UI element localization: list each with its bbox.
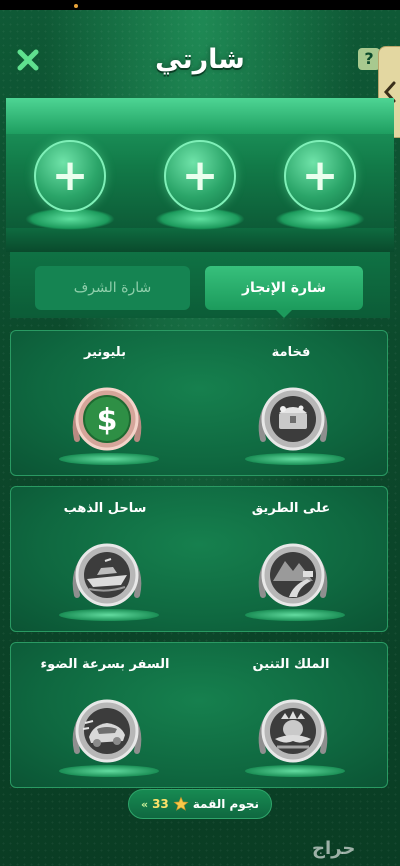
top-stars-button[interactable]: « 33 نجوم القمة [128,789,272,819]
badge-row-3: الملك التنين السفر بسرعة الضوء [10,642,388,788]
dragon-king-icon [258,699,328,763]
stars-count: 33 [152,797,169,811]
badge-billionaire[interactable]: بليونير $ [15,331,195,471]
treasure-chest-icon [258,387,328,451]
shelf-back-wall [6,98,394,134]
plus-icon: + [301,150,339,201]
active-tab-pointer [276,310,292,318]
badge-slot-2[interactable]: + [155,140,245,230]
status-bar [0,0,400,10]
badge-slot-1[interactable]: + [25,140,115,230]
watermark-logo: حراج [312,838,356,859]
badge-light-speed-travel[interactable]: السفر بسرعة الضوء [15,643,195,783]
tab-honor-badge[interactable]: شارة الشرف [35,266,190,310]
badge-on-the-road[interactable]: على الطريق [201,487,381,627]
star-icon [173,796,189,811]
badge-gold-coast[interactable]: ساحل الذهب [15,487,195,627]
plus-icon: + [51,150,89,201]
add-badge-button[interactable]: + [164,140,236,212]
badge-label: الملك التنين [252,657,330,672]
road-icon [258,543,328,607]
yacht-icon [72,543,142,607]
help-button[interactable]: ? [358,48,380,70]
dollar-icon: $ [72,387,142,451]
badge-row-2: على الطريق ساحل الذهب [10,486,388,632]
svg-text:$: $ [97,403,118,438]
plus-icon: + [181,150,219,201]
page-title: شارتي [155,44,245,75]
stars-label: نجوم القمة [192,797,260,811]
badge-label: فخامة [271,345,311,360]
badge-slot-3[interactable]: + [275,140,365,230]
badge-dragon-king[interactable]: الملك التنين [201,643,381,783]
badge-row-1: فخامة بليونير $ [10,330,388,476]
header: شارتي ? [0,36,400,88]
badge-label: على الطريق [251,501,331,516]
badge-label: بليونير [84,345,126,360]
double-chevron-icon: « [140,797,149,811]
speed-car-icon [72,699,142,763]
badge-label: السفر بسرعة الضوء [40,657,170,672]
badge-luxury[interactable]: فخامة [201,331,381,471]
status-dot [74,4,78,8]
add-badge-button[interactable]: + [284,140,356,212]
add-badge-button[interactable]: + [34,140,106,212]
badge-label: ساحل الذهب [63,501,147,516]
tab-achievement-badge[interactable]: شارة الإنجاز [205,266,363,310]
shelf-front-edge [6,228,394,252]
